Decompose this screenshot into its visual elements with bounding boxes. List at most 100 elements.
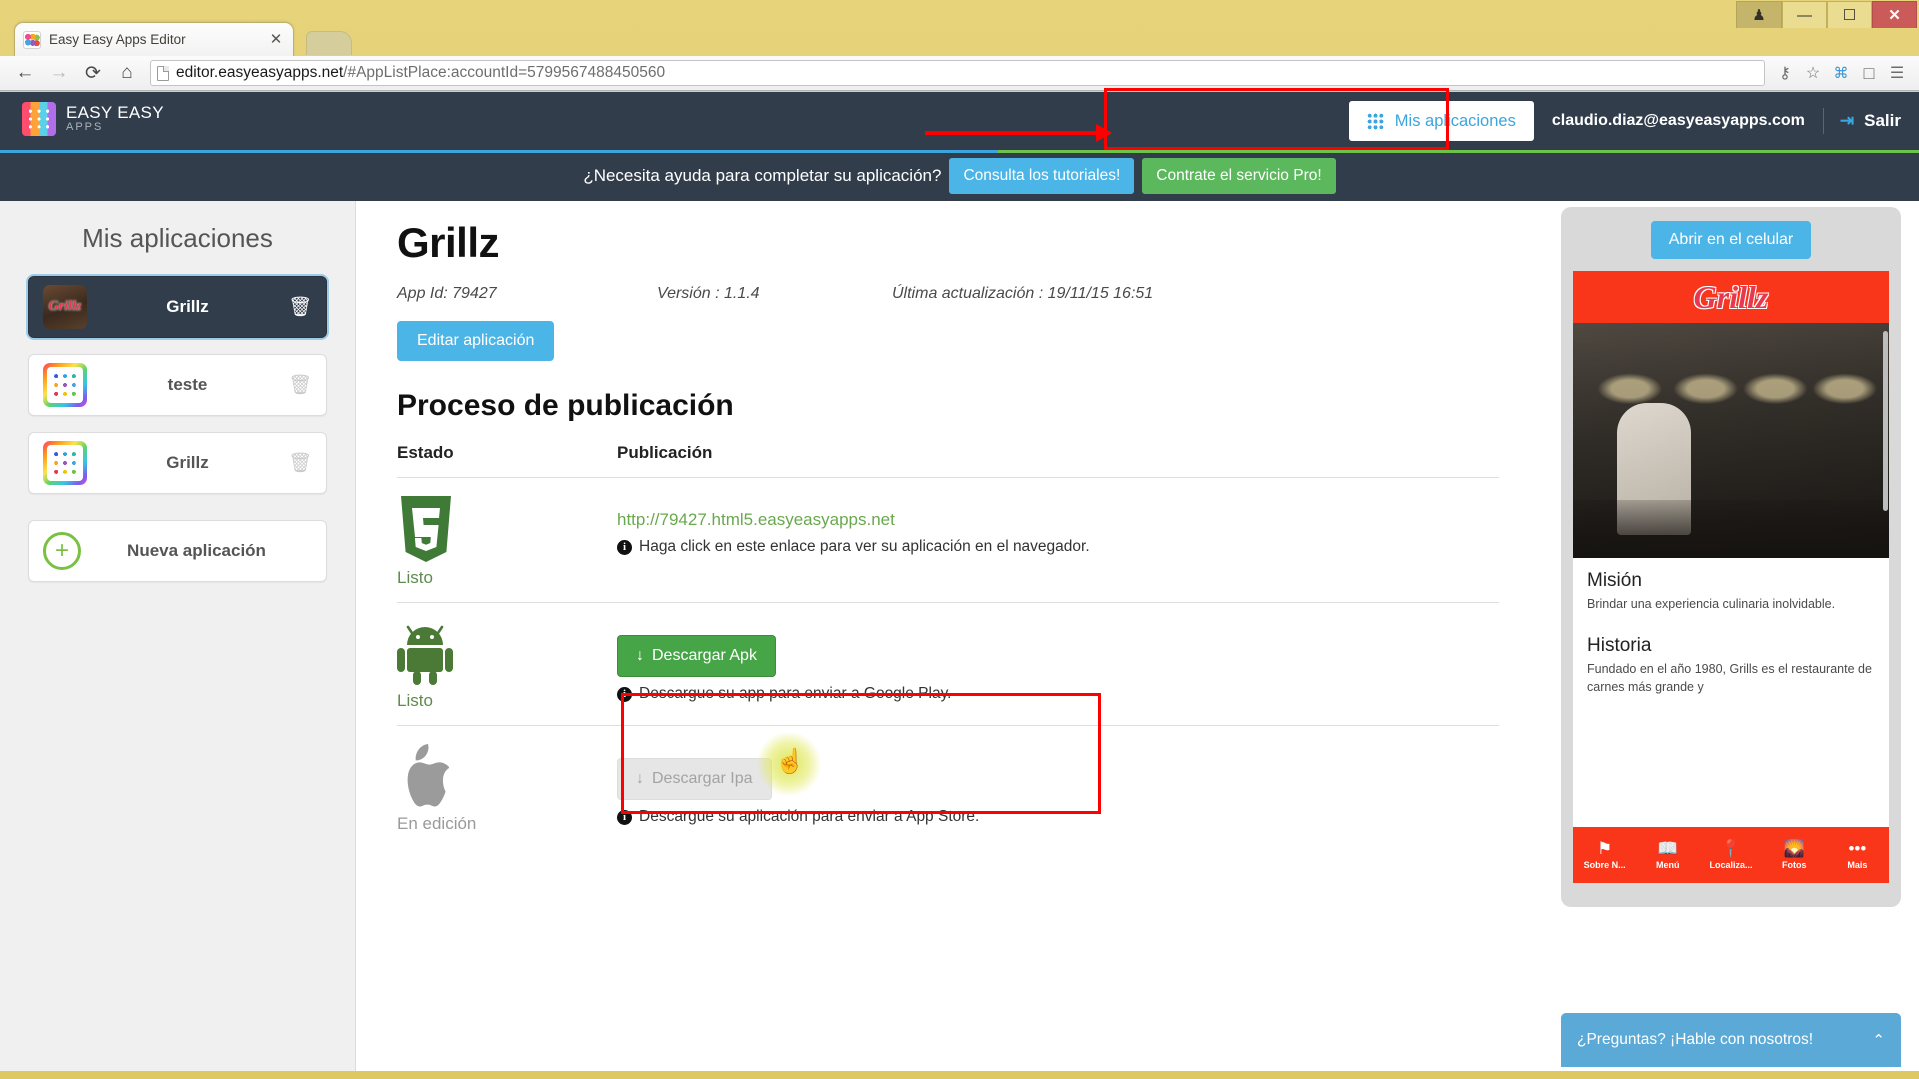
sidebar-item-grillz[interactable]: Grillz 🗑 <box>28 432 327 494</box>
app-thumbnail-icon <box>43 363 87 407</box>
tutorials-button[interactable]: Consulta los tutoriales! <box>949 157 1135 194</box>
info-icon: i <box>617 809 632 825</box>
address-bar[interactable]: editor.easyeasyapps.net/#AppListPlace:ac… <box>150 60 1765 86</box>
phone-screen: Grillz Misión Brindar una experiencia cu… <box>1573 271 1889 883</box>
delete-app-icon[interactable]: 🗑 <box>288 373 312 397</box>
sidebar-item-grillz-selected[interactable]: Grillz Grillz 🗑 <box>28 276 327 338</box>
download-arrow-icon: ↓ <box>636 647 644 664</box>
browser-toolbar: ← → ⟳ ⌂ editor.easyeasyapps.net/#AppList… <box>0 56 1919 91</box>
app-thumbnail-icon: Grillz <box>43 285 87 329</box>
column-header-estado: Estado <box>397 443 454 462</box>
delete-app-icon[interactable]: 🗑 <box>288 451 312 475</box>
promo-accent-line <box>0 150 1919 153</box>
pro-service-button[interactable]: Contrate el servicio Pro! <box>1142 157 1336 194</box>
status-label: Listo <box>397 568 433 587</box>
download-apk-label: Descargar Apk <box>652 647 757 664</box>
publication-cell-android: ↓ Descargar Apk i Descargue su app para … <box>617 621 1499 711</box>
easyeasyapps-logo-icon <box>22 102 56 136</box>
sidebar-item-label: Grillz <box>166 453 209 472</box>
browser-tab[interactable]: Easy Easy Apps Editor ✕ <box>14 22 294 56</box>
sidebar-item-label: Grillz <box>166 297 209 316</box>
html5-app-link[interactable]: http://79427.html5.easyeasyapps.net <box>617 510 895 529</box>
bookmark-star-icon[interactable]: ☆ <box>1799 58 1827 88</box>
extension-icon[interactable]: ⌘ <box>1827 58 1855 88</box>
page-body: Mis aplicaciones Grillz Grillz 🗑 teste 🗑… <box>0 201 1919 1071</box>
sidebar-item-label: teste <box>167 375 208 394</box>
apple-icon <box>397 744 450 808</box>
home-icon[interactable]: ⌂ <box>110 58 144 88</box>
grid-icon <box>1366 112 1384 130</box>
chevron-up-icon[interactable]: ⌃ <box>1872 1031 1885 1049</box>
page-title: Grillz <box>397 219 500 266</box>
logout-button[interactable]: ⇥ Salir <box>1840 111 1901 131</box>
preview-scrollbar[interactable] <box>1883 331 1888 511</box>
nav-label: Fotos <box>1781 860 1807 870</box>
tab-close-icon[interactable]: ✕ <box>267 32 285 47</box>
nav-label: Mais <box>1847 860 1868 870</box>
back-icon[interactable]: ← <box>8 58 42 88</box>
app-id: App Id: 79427 <box>397 285 497 302</box>
column-header-publicacion: Publicación <box>617 443 713 462</box>
brand-name: EASY EASY <box>66 103 164 123</box>
key-icon[interactable]: ⚷ <box>1771 58 1799 88</box>
new-application-button[interactable]: + Nueva aplicación <box>28 520 327 582</box>
brand-logo[interactable]: EASY EASY APPS <box>22 102 164 136</box>
open-on-mobile-button[interactable]: Abrir en el celular <box>1650 221 1812 259</box>
app-metadata: App Id: 79427 Versión : 1.1.4 Última act… <box>397 285 1499 303</box>
url-host: editor.easyeasyapps.net <box>176 64 344 81</box>
more-dots-icon: ••• <box>1848 839 1867 858</box>
section-body-mision: Brindar una experiencia culinaria inolvi… <box>1587 597 1836 611</box>
chat-label: ¿Preguntas? ¡Hable con nosotros! <box>1577 1031 1814 1049</box>
nav-item-fotos[interactable]: 🌄 Fotos <box>1763 840 1826 870</box>
annotation-arrow <box>925 124 1112 142</box>
download-ipa-label: Descargar Ipa <box>652 770 753 787</box>
publication-cell-html5: http://79427.html5.easyeasyapps.net i Ha… <box>617 496 1499 588</box>
new-tab-button[interactable] <box>306 31 352 55</box>
chat-widget[interactable]: ¿Preguntas? ¡Hable con nosotros! ⌃ <box>1561 1013 1901 1067</box>
nav-item-mais[interactable]: ••• Mais <box>1826 840 1889 870</box>
publication-table: Estado Publicación Listo http://79427.ht… <box>397 443 1499 848</box>
forward-icon[interactable]: → <box>42 58 76 88</box>
app-banner-label: Grillz <box>1693 278 1769 315</box>
table-row: Listo ↓ Descargar Apk i Descargue su app… <box>397 602 1499 725</box>
section-heading-mision: Misión <box>1587 570 1642 591</box>
section-title: Proceso de publicación <box>397 389 734 422</box>
open-sign-icon: ⚑ <box>1596 839 1613 858</box>
edit-application-button[interactable]: Editar aplicación <box>397 321 555 361</box>
promo-text: ¿Necesita ayuda para completar su aplica… <box>583 165 942 185</box>
my-applications-label: Mis aplicaciones <box>1394 111 1516 130</box>
nav-item-menu[interactable]: 📖 Menú <box>1636 840 1699 870</box>
section-body-historia: Fundado en el año 1980, Grills es el res… <box>1587 662 1872 695</box>
delete-app-icon[interactable]: 🗑 <box>288 295 312 319</box>
phone-preview-panel: Abrir en el celular Grillz Misión Brinda… <box>1561 207 1901 907</box>
app-banner: Grillz <box>1573 271 1889 323</box>
table-header: Estado Publicación <box>397 443 1499 477</box>
my-applications-button[interactable]: Mis aplicaciones <box>1348 101 1534 141</box>
url-path: /#AppListPlace:accountId=579956748845056… <box>343 64 666 81</box>
table-row: En edición ↓ Descargar Ipa i Descargue s… <box>397 725 1499 848</box>
restaurant-photo <box>1573 323 1889 558</box>
phone-bottom-nav: ⚑ Sobre N... 📖 Menú 📍 Localiza... 🌄 Foto… <box>1573 827 1889 883</box>
new-application-label: Nueva aplicación <box>127 541 266 560</box>
photos-icon: 🌄 <box>1783 839 1805 858</box>
platform-status-html5: Listo <box>397 496 617 588</box>
sidebar-item-teste[interactable]: teste 🗑 <box>28 354 327 416</box>
screen-capture-icon[interactable]: □ <box>1855 58 1883 88</box>
download-ipa-button: ↓ Descargar Ipa <box>617 758 772 800</box>
favicon-icon <box>23 30 41 49</box>
browser-window: ♟ — ☐ ✕ Easy Easy Apps Editor ✕ ← → ⟳ ⌂ … <box>0 0 1919 1079</box>
download-apk-button[interactable]: ↓ Descargar Apk <box>617 635 776 677</box>
nav-item-localizacion[interactable]: 📍 Localiza... <box>1699 840 1762 870</box>
logout-label: Salir <box>1864 111 1901 130</box>
reload-icon[interactable]: ⟳ <box>76 58 110 88</box>
hint-text: Descargue su aplicación para enviar a Ap… <box>639 808 980 825</box>
tab-title: Easy Easy Apps Editor <box>49 32 186 47</box>
browser-menu-icon[interactable]: ☰ <box>1883 58 1911 88</box>
user-email: claudio.diaz@easyeasyapps.com <box>1551 112 1805 129</box>
html5-hint: i Haga click en este enlace para ver su … <box>617 538 1499 556</box>
app-thumbnail-icon <box>43 441 87 485</box>
hint-text: Haga click en este enlace para ver su ap… <box>639 538 1090 555</box>
nav-item-sobre-nos[interactable]: ⚑ Sobre N... <box>1573 840 1636 870</box>
tab-strip: Easy Easy Apps Editor ✕ <box>10 22 1919 56</box>
app-version: Versión : 1.1.4 <box>657 285 760 302</box>
